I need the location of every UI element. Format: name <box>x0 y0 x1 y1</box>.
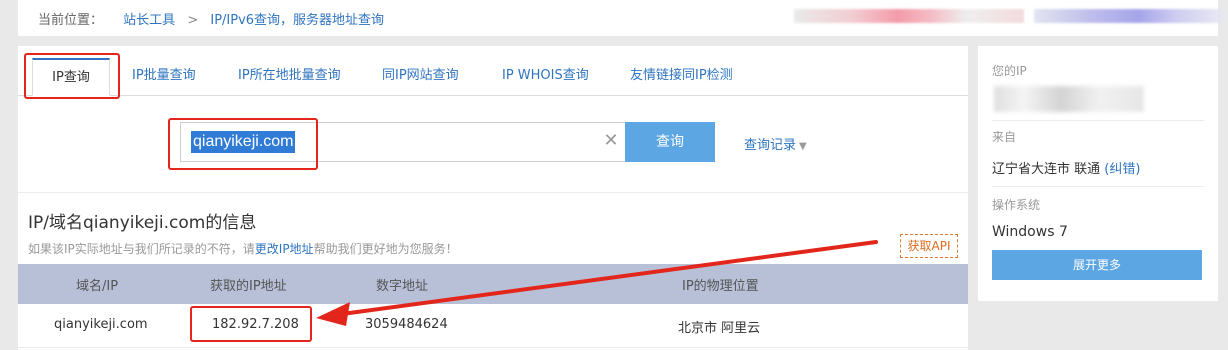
column-header-resolved-ip: 获取的IP地址 <box>210 279 287 294</box>
visitor-info-panel: 您的IP 来自 辽宁省大连市 联通 (纠错) 操作系统 Windows 7 展开… <box>978 46 1218 301</box>
breadcrumb-separator: > <box>187 13 199 28</box>
your-ip-label: 您的IP <box>992 64 1027 78</box>
tab-ip-location-batch-query[interactable]: IP所在地批量查询 <box>238 58 341 96</box>
search-box[interactable]: qianyikeji.com ✕ <box>180 122 626 162</box>
query-history-dropdown[interactable]: 查询记录 ▼ <box>744 134 807 153</box>
main-panel: IP查询 IP批量查询 IP所在地批量查询 同IP网站查询 IP WHOIS查询… <box>18 46 968 350</box>
tab-same-ip-site-query[interactable]: 同IP网站查询 <box>382 58 459 96</box>
notice-text: 帮助我们更好地为您服务！ <box>313 242 458 256</box>
breadcrumb-current-link[interactable]: IP/IPv6查询，服务器地址查询 <box>210 13 384 28</box>
get-api-button[interactable]: 获取API <box>900 234 958 258</box>
blurred-banner-text <box>794 9 1024 23</box>
from-location: 辽宁省大连市 联通 <box>992 162 1101 177</box>
cell-resolved-ip: 182.92.7.208 <box>212 317 299 332</box>
blurred-ip-value <box>994 86 1144 112</box>
tab-ip-batch-query[interactable]: IP批量查询 <box>132 58 196 96</box>
column-header-location: IP的物理位置 <box>682 279 759 294</box>
change-ip-link[interactable]: 更改IP地址 <box>255 242 314 256</box>
tab-ip-whois-query[interactable]: IP WHOIS查询 <box>502 58 589 96</box>
breadcrumb-prefix: 当前位置： <box>38 13 104 28</box>
breadcrumb: 当前位置： 站长工具 > IP/IPv6查询，服务器地址查询 <box>38 9 384 28</box>
tab-ip-query[interactable]: IP查询 <box>32 58 110 96</box>
divider <box>18 192 968 193</box>
column-header-domain: 域名/IP <box>76 279 119 294</box>
tab-friendlink-same-ip-check[interactable]: 友情链接同IP检测 <box>630 58 733 96</box>
os-label: 操作系统 <box>992 198 1041 212</box>
from-value: 辽宁省大连市 联通 (纠错) <box>992 158 1140 177</box>
divider <box>992 186 1204 187</box>
os-value: Windows 7 <box>992 224 1068 240</box>
top-bar: 当前位置： 站长工具 > IP/IPv6查询，服务器地址查询 <box>18 0 1224 36</box>
cell-numeric-address: 3059484624 <box>365 317 448 332</box>
query-history-label: 查询记录 <box>744 138 797 153</box>
query-button[interactable]: 查询 <box>625 122 715 162</box>
divider <box>992 120 1204 121</box>
breadcrumb-home-link[interactable]: 站长工具 <box>123 13 175 28</box>
close-icon[interactable]: ✕ <box>601 131 621 151</box>
correct-link[interactable]: (纠错) <box>1104 162 1140 177</box>
result-notice: 如果该IP实际地址与我们所记录的不符，请更改IP地址帮助我们更好地为您服务！ <box>28 240 458 257</box>
blurred-banner-text <box>1034 9 1224 23</box>
caret-down-icon: ▼ <box>799 141 807 152</box>
cell-domain: qianyikeji.com <box>54 317 148 332</box>
from-label: 来自 <box>992 130 1017 144</box>
tab-bar: IP查询 IP批量查询 IP所在地批量查询 同IP网站查询 IP WHOIS查询… <box>18 46 968 96</box>
table-row: qianyikeji.com 182.92.7.208 3059484624 北… <box>18 304 968 348</box>
search-input[interactable]: qianyikeji.com <box>191 131 296 153</box>
notice-text: 如果该IP实际地址与我们所记录的不符，请 <box>28 242 255 256</box>
column-header-numeric-address: 数字地址 <box>376 279 429 294</box>
table-header: 域名/IP 获取的IP地址 数字地址 IP的物理位置 <box>18 264 968 304</box>
cell-location: 北京市 阿里云 <box>678 321 761 336</box>
result-title: IP/域名qianyikeji.com的信息 <box>28 213 257 233</box>
expand-more-button[interactable]: 展开更多 <box>992 250 1202 280</box>
